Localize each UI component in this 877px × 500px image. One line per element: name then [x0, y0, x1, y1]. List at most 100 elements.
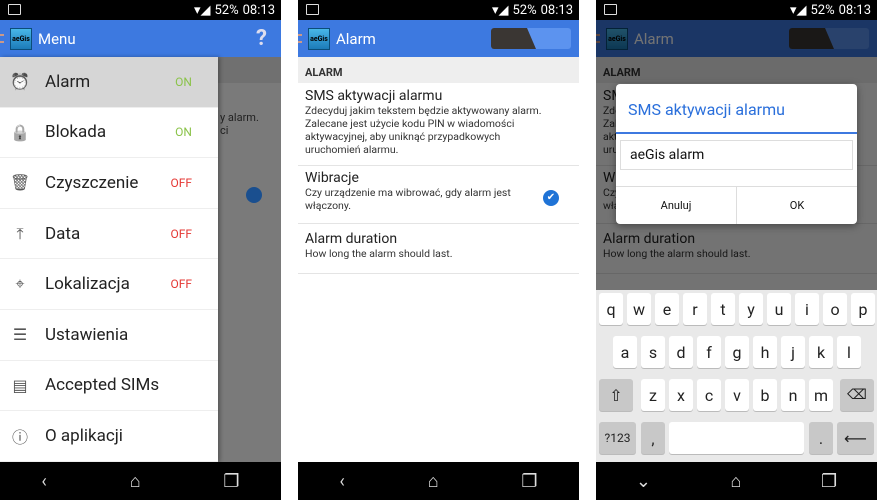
back-icon[interactable]: ‹ — [41, 471, 46, 492]
key-w[interactable]: w — [627, 293, 651, 325]
drawer-item-blokada[interactable]: 🔒 Blokada ON — [0, 108, 218, 159]
battery-text: 52% — [214, 2, 239, 18]
symbols-key[interactable]: ?123 — [599, 422, 636, 454]
status-badge: ON — [175, 74, 192, 89]
pref-summary: Czy urządzenie ma wibrować, gdy alarm je… — [305, 186, 511, 212]
key-d[interactable]: d — [669, 336, 693, 368]
hamburger-icon[interactable] — [298, 34, 302, 43]
alarm-clock-icon: ⏰ — [10, 72, 30, 92]
signal-icon: ▾◢ — [193, 2, 211, 18]
recents-icon[interactable]: ❐ — [521, 471, 537, 492]
toggle-knob — [491, 28, 536, 49]
time-text: 08:13 — [838, 2, 871, 18]
key-h[interactable]: h — [753, 336, 777, 368]
recents-icon[interactable]: ❐ — [223, 471, 239, 492]
time-text: 08:13 — [242, 2, 275, 18]
battery-text: 52% — [810, 2, 835, 18]
space-key[interactable] — [669, 422, 804, 454]
drawer-item-label: Data — [45, 223, 81, 244]
nav-bar: ⌄ ⌂ ❐ — [596, 462, 877, 500]
status-bar: ▾◢ 52% 08:13 — [298, 0, 579, 20]
sms-text-input[interactable] — [620, 140, 853, 170]
pref-summary: How long the alarm should last. — [305, 247, 453, 260]
checkbox-checked-icon[interactable]: ✔ — [543, 190, 559, 206]
key-k[interactable]: k — [809, 336, 833, 368]
pref-vibration[interactable]: Wibracje Czy urządzenie ma wibrować, gdy … — [298, 170, 579, 224]
drawer-item-czyszczenie[interactable]: 🗑 Czyszczenie OFF — [0, 158, 218, 209]
status-badge: OFF — [170, 277, 192, 292]
key-m[interactable]: m — [809, 379, 833, 411]
key-e[interactable]: e — [655, 293, 679, 325]
location-icon: ⌖ — [15, 274, 25, 294]
home-icon[interactable]: ⌂ — [428, 471, 439, 492]
key-y[interactable]: y — [739, 293, 763, 325]
period-key[interactable]: . — [809, 422, 833, 454]
drawer-item-data[interactable]: ⤒ Data OFF — [0, 209, 218, 260]
key-p[interactable]: p — [851, 293, 875, 325]
navigation-drawer: ⏰ Alarm ON 🔒 Blokada ON 🗑 Czyszczenie OFF ⤒ Data OF… — [0, 57, 218, 462]
drawer-item-label: Alarm — [45, 71, 91, 92]
pref-alarm-duration[interactable]: Alarm duration How long the alarm should … — [298, 231, 579, 274]
keyboard: q w e r t y u i o p a s d f g h j k l ⇧ z x c v b n m ⌫ ?123,. ⟵ — [596, 290, 877, 462]
sim-list-icon: ▤ — [12, 375, 28, 395]
pref-summary: Zdecyduj jakim tekstem będzie aktywowany… — [305, 104, 542, 156]
key-s[interactable]: s — [641, 336, 665, 368]
drawer-item-label: Accepted SIMs — [45, 375, 160, 396]
image-notification-icon — [604, 4, 617, 15]
home-icon[interactable]: ⌂ — [130, 471, 141, 492]
battery-text: 52% — [512, 2, 537, 18]
key-z[interactable]: z — [641, 379, 665, 411]
trash-icon: 🗑 — [10, 173, 31, 193]
drawer-item-lokalizacja[interactable]: ⌖ Lokalizacja OFF — [0, 259, 218, 310]
pref-title: Wibracje — [305, 170, 359, 186]
key-u[interactable]: u — [767, 293, 791, 325]
app-title: Alarm — [336, 29, 376, 48]
drawer-item-o-aplikacji[interactable]: ⓘ O aplikacji — [0, 411, 218, 462]
ok-button[interactable]: OK — [736, 187, 857, 224]
key-j[interactable]: j — [781, 336, 805, 368]
lock-icon: 🔒 — [10, 122, 30, 142]
key-i[interactable]: i — [795, 293, 819, 325]
key-l[interactable]: l — [837, 336, 861, 368]
signal-icon: ▾◢ — [491, 2, 509, 18]
app-bar: aeGis Menu? — [0, 20, 281, 57]
comma-key[interactable]: , — [641, 422, 665, 454]
app-logo: aeGis — [10, 27, 32, 50]
behind-text: y alarm. ci — [220, 111, 259, 137]
backspace-key-icon[interactable]: ⌫ — [840, 379, 874, 411]
key-t[interactable]: t — [711, 293, 735, 325]
shift-key-icon[interactable]: ⇧ — [599, 379, 633, 411]
key-a[interactable]: a — [613, 336, 637, 368]
hide-keyboard-icon[interactable]: ⌄ — [636, 471, 651, 492]
dimmed-content[interactable]: y alarm. ci — [218, 57, 281, 462]
help-button[interactable]: ? — [256, 26, 267, 51]
key-q[interactable]: q — [599, 293, 623, 325]
status-bar: ▾◢ 52% 08:13 — [0, 0, 281, 20]
key-x[interactable]: x — [669, 379, 693, 411]
info-icon: ⓘ — [11, 427, 28, 447]
pref-title: SMS aktywacji alarmu — [305, 88, 443, 104]
key-n[interactable]: n — [781, 379, 805, 411]
sms-dialog: SMS aktywacji alarmu AnulujOK — [616, 84, 857, 224]
cancel-button[interactable]: Anuluj — [616, 187, 736, 224]
drawer-item-accepted-sims[interactable]: ▤ Accepted SIMs — [0, 361, 218, 412]
key-v[interactable]: v — [725, 379, 749, 411]
key-c[interactable]: c — [697, 379, 721, 411]
drawer-item-label: O aplikacji — [45, 425, 123, 446]
key-b[interactable]: b — [753, 379, 777, 411]
key-g[interactable]: g — [725, 336, 749, 368]
key-r[interactable]: r — [683, 293, 707, 325]
drawer-item-ustawienia[interactable]: ☰ Ustawienia — [0, 310, 218, 361]
status-badge: ON — [175, 125, 192, 140]
drawer-item-alarm[interactable]: ⏰ Alarm ON — [0, 57, 218, 108]
alarm-toggle[interactable] — [491, 28, 571, 49]
enter-key-icon[interactable]: ⟵ — [837, 422, 874, 454]
recents-icon[interactable]: ❐ — [821, 471, 837, 492]
pref-sms-activation[interactable]: SMS aktywacji alarmu Zdecyduj jakim tekst… — [298, 88, 579, 166]
key-f[interactable]: f — [697, 336, 721, 368]
sliders-icon: ☰ — [12, 325, 28, 345]
home-icon[interactable]: ⌂ — [731, 471, 742, 492]
key-o[interactable]: o — [823, 293, 847, 325]
back-icon[interactable]: ‹ — [339, 471, 344, 492]
hamburger-icon[interactable] — [0, 34, 4, 43]
